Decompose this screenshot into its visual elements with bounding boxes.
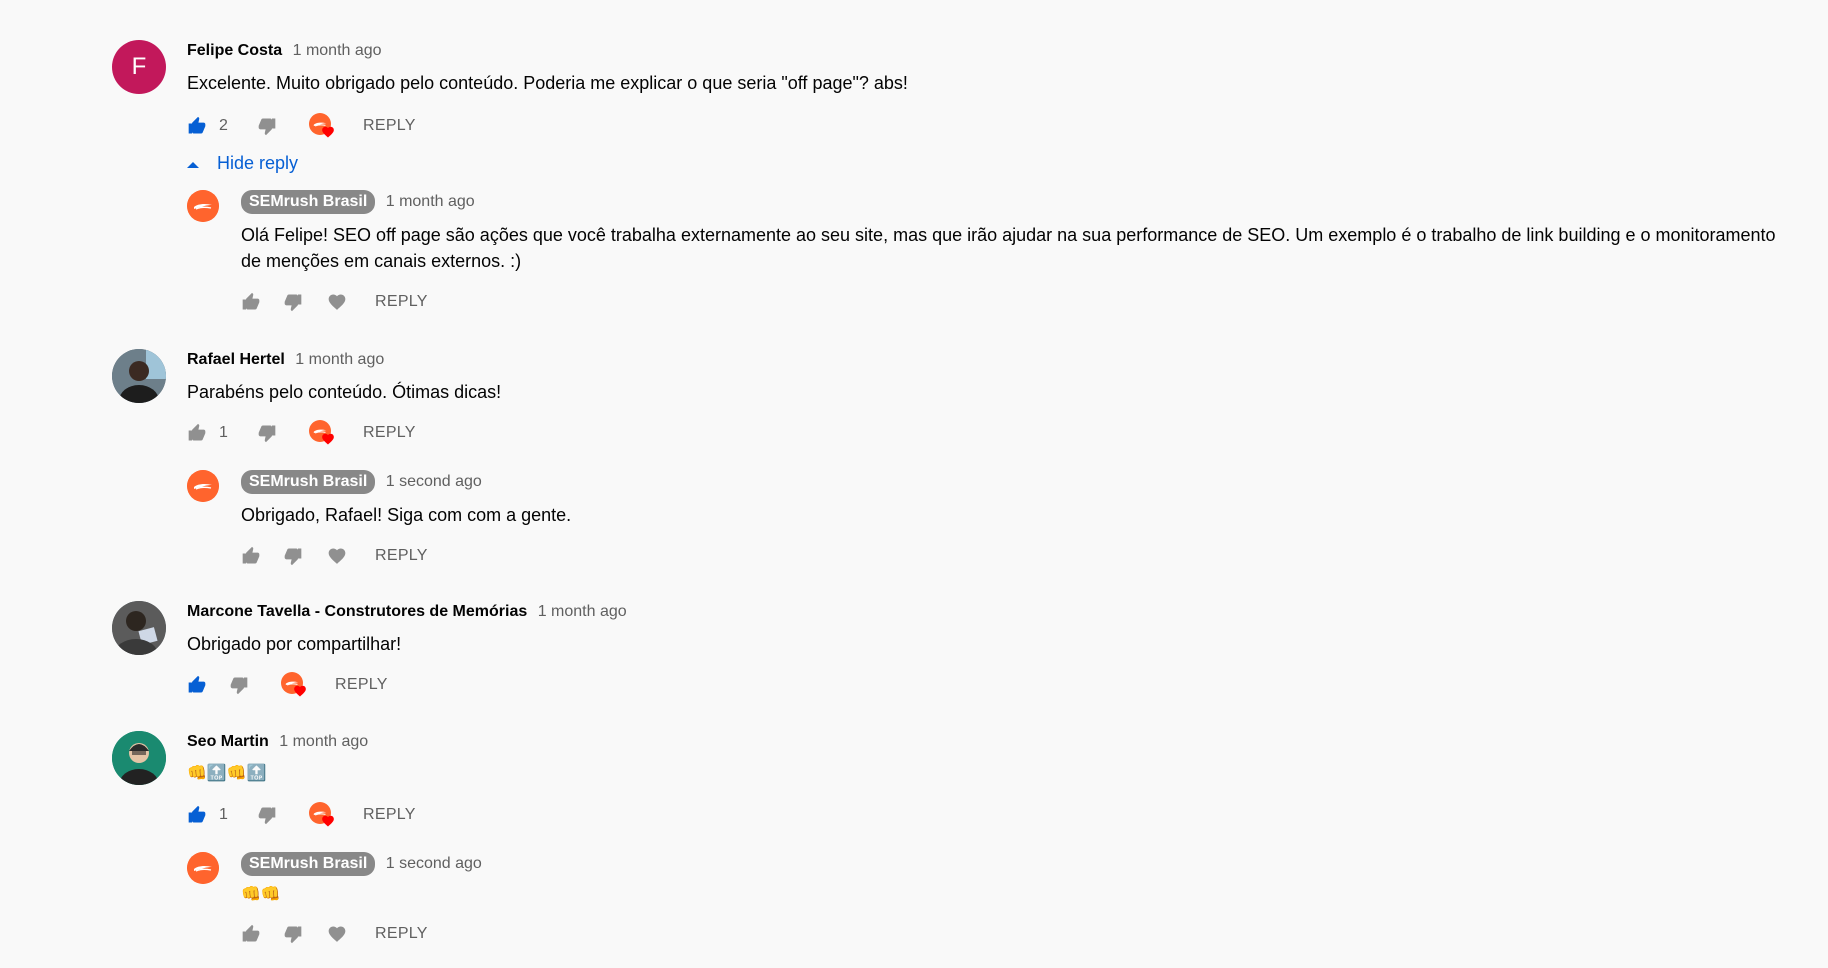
comment-author[interactable]: Marcone Tavella - Construtores de Memóri…	[187, 603, 527, 620]
reply-actions: REPLY	[241, 286, 1788, 318]
reply-time[interactable]: 1 second ago	[386, 473, 482, 490]
comment-header: Marcone Tavella - Construtores de Memóri…	[187, 601, 1788, 623]
reply-button[interactable]: REPLY	[375, 547, 428, 565]
person-avatar-icon	[112, 349, 166, 403]
comment-header: Felipe Costa 1 month ago	[187, 40, 1788, 62]
dislike-icon[interactable]	[257, 423, 277, 443]
creator-heart-icon[interactable]	[309, 113, 335, 139]
dislike-icon[interactable]	[283, 546, 303, 566]
reply-header: SEMrush Brasil 1 second ago	[241, 470, 1788, 494]
comment-text: Excelente. Muito obrigado pelo conteúdo.…	[187, 73, 908, 93]
creator-heart-icon[interactable]	[309, 420, 335, 446]
dislike-icon[interactable]	[257, 805, 277, 825]
reply-button[interactable]: REPLY	[363, 117, 416, 135]
avatar[interactable]	[112, 731, 166, 785]
reply-button[interactable]: REPLY	[363, 424, 416, 442]
dislike-icon[interactable]	[283, 924, 303, 944]
reply-button[interactable]: REPLY	[375, 925, 428, 943]
avatar[interactable]	[112, 601, 166, 655]
semrush-logo-icon	[187, 190, 219, 222]
heart-icon[interactable]	[327, 292, 347, 312]
caret-up-icon	[187, 153, 199, 174]
avatar[interactable]	[187, 852, 219, 884]
hide-reply-label: Hide reply	[217, 152, 299, 173]
comment-time[interactable]: 1 month ago	[279, 733, 368, 750]
person-avatar-icon	[112, 731, 166, 785]
comment-time[interactable]: 1 month ago	[293, 42, 382, 59]
like-icon[interactable]	[187, 116, 207, 136]
creator-heart-icon[interactable]	[309, 802, 335, 828]
comment-author[interactable]: Seo Martin	[187, 733, 269, 750]
reply-actions: REPLY	[241, 918, 1788, 950]
avatar[interactable]: F	[112, 40, 166, 94]
dislike-icon[interactable]	[229, 675, 249, 695]
avatar[interactable]	[187, 470, 219, 502]
reply-button[interactable]: REPLY	[363, 806, 416, 824]
reply-text: Obrigado, Rafael! Siga com com a gente.	[241, 505, 572, 525]
comment-header: Rafael Hertel 1 month ago	[187, 349, 1788, 371]
heart-icon[interactable]	[327, 546, 347, 566]
owner-badge[interactable]: SEMrush Brasil	[241, 852, 376, 876]
reply-button[interactable]: REPLY	[335, 676, 388, 694]
comment-actions: 1 REPLY	[187, 799, 1788, 831]
semrush-logo-icon	[187, 470, 219, 502]
hide-reply-toggle[interactable]: Hide reply	[187, 148, 1788, 178]
avatar[interactable]	[187, 190, 219, 222]
reply-time[interactable]: 1 month ago	[386, 193, 475, 210]
comment-author[interactable]: Rafael Hertel	[187, 351, 285, 368]
reply-header: SEMrush Brasil 1 month ago	[241, 190, 1788, 214]
comment-time[interactable]: 1 month ago	[295, 351, 384, 368]
avatar-letter: F	[131, 53, 147, 80]
person-avatar-icon	[112, 601, 166, 655]
dislike-icon[interactable]	[283, 292, 303, 312]
avatar[interactable]	[112, 349, 166, 403]
like-count: 2	[219, 117, 228, 134]
like-icon[interactable]	[241, 292, 261, 312]
creator-heart-icon[interactable]	[281, 672, 307, 698]
like-count: 1	[219, 806, 228, 823]
owner-badge[interactable]: SEMrush Brasil	[241, 470, 376, 494]
reply-time[interactable]: 1 second ago	[386, 855, 482, 872]
like-icon[interactable]	[187, 805, 207, 825]
heart-icon[interactable]	[327, 924, 347, 944]
comment-actions: 2 REPLY	[187, 110, 1788, 142]
comment-text: Parabéns pelo conteúdo. Ótimas dicas!	[187, 382, 502, 402]
like-icon[interactable]	[241, 924, 261, 944]
dislike-icon[interactable]	[257, 116, 277, 136]
comment-actions: REPLY	[187, 669, 1788, 701]
comment-author[interactable]: Felipe Costa	[187, 42, 282, 59]
comment-header: Seo Martin 1 month ago	[187, 731, 1788, 753]
comment-time[interactable]: 1 month ago	[538, 603, 627, 620]
comment-text: Obrigado por compartilhar!	[187, 634, 402, 654]
comment-actions: 1 REPLY	[187, 417, 1788, 449]
comment-text: 👊🔝👊🔝	[187, 765, 267, 782]
like-count: 1	[219, 424, 228, 441]
semrush-logo-icon	[187, 852, 219, 884]
like-icon[interactable]	[241, 546, 261, 566]
like-icon[interactable]	[187, 423, 207, 443]
owner-badge[interactable]: SEMrush Brasil	[241, 190, 376, 214]
reply-text: 👊👊	[241, 886, 281, 903]
reply-header: SEMrush Brasil 1 second ago	[241, 852, 1788, 876]
reply-text: Olá Felipe! SEO off page são ações que v…	[241, 225, 1776, 271]
like-icon[interactable]	[187, 675, 207, 695]
reply-actions: REPLY	[241, 540, 1788, 572]
reply-button[interactable]: REPLY	[375, 293, 428, 311]
